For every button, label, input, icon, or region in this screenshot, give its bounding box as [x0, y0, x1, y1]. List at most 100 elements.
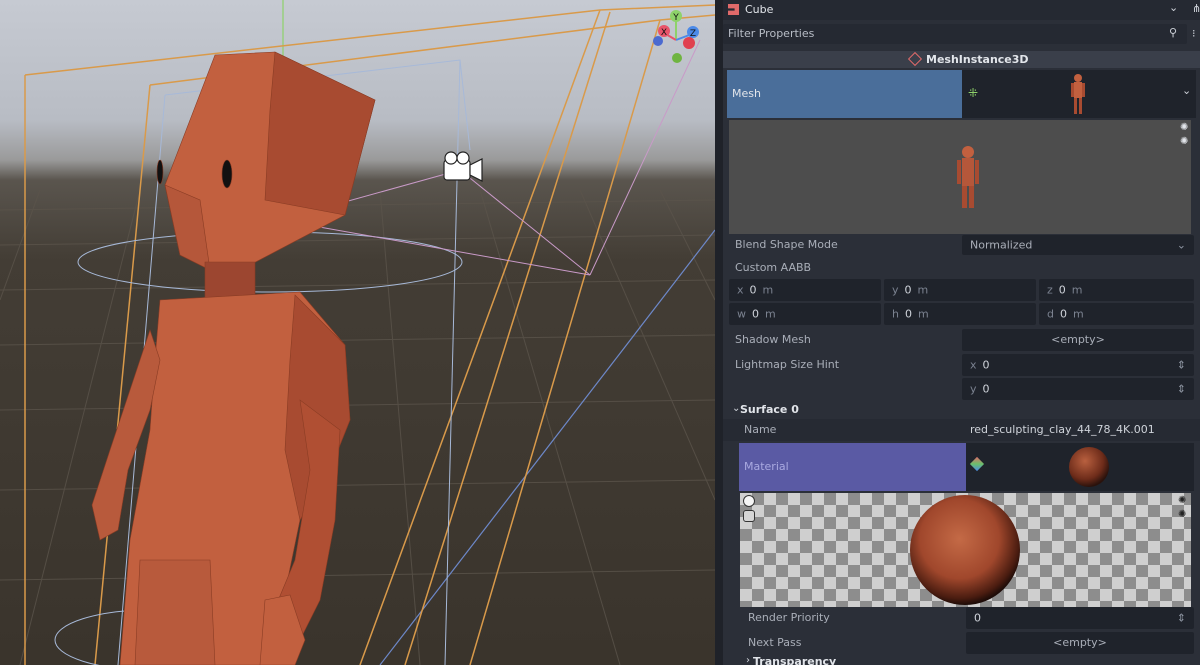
mesh-edit-icon[interactable]: ⁜	[968, 86, 978, 100]
chevron-down-icon[interactable]: ⌄	[1169, 1, 1178, 14]
node-tree-icon[interactable]: ⋔	[1192, 2, 1200, 15]
meshinstance-icon	[907, 51, 923, 67]
shadow-mesh-row: Shadow Mesh <empty>	[723, 329, 1200, 351]
lightmap-y-field[interactable]: y0 ⇕	[962, 378, 1194, 400]
aabb-h-field[interactable]: h0m	[884, 303, 1036, 325]
mesh-thumbnail	[1071, 74, 1085, 114]
render-priority-value: 0	[974, 611, 981, 625]
material-preview[interactable]: ✺ ✺	[740, 493, 1191, 607]
aabb-w-field[interactable]: w0m	[729, 303, 881, 325]
spinner-icon[interactable]: ⇕	[1177, 383, 1186, 396]
next-pass-picker[interactable]: <empty>	[966, 632, 1194, 654]
aabb-h-value: 0	[904, 307, 912, 321]
class-name: MeshInstance3D	[926, 53, 1029, 66]
spinner-icon[interactable]: ⇕	[1177, 359, 1186, 372]
aabb-h-unit: m	[917, 307, 929, 321]
next-pass-value: <empty>	[1053, 636, 1107, 649]
collapse-right-icon: ›	[746, 655, 750, 665]
aabb-d-field[interactable]: d0m	[1039, 303, 1194, 325]
class-header: MeshInstance3D	[723, 51, 1200, 68]
gizmo-x-label: X	[661, 28, 667, 38]
material-label-cell: Material	[739, 443, 966, 491]
clay-character	[91, 51, 376, 665]
aabb-w-unit: m	[765, 307, 776, 321]
surface-section[interactable]: ⌄ Surface 0	[723, 402, 1200, 418]
filter-input[interactable]: Filter Properties ⚲	[723, 24, 1187, 44]
box-shape-icon[interactable]	[743, 510, 755, 522]
aabb-x-unit: m	[762, 283, 774, 297]
filter-row: Filter Properties ⚲ ⁝	[723, 24, 1200, 44]
aabb-d-unit: m	[1072, 307, 1084, 321]
aabb-fields: x0m y0m z0m w0m h0m d0m	[723, 279, 1200, 327]
aabb-w-value: 0	[752, 307, 759, 321]
inspector-panel: Cube ⌄ ⋔ Filter Properties ⚲ ⁝ MeshInsta…	[723, 0, 1200, 665]
mesh-preview[interactable]: ✺ ✺	[729, 120, 1191, 234]
blend-shape-mode-value: Normalized	[970, 238, 1033, 252]
node-selector[interactable]: Cube ⌄ ⋔	[723, 0, 1200, 20]
eye-left	[156, 159, 164, 185]
blend-shape-mode-label: Blend Shape Mode	[735, 238, 838, 251]
lightmap-x-field[interactable]: x0 ⇕	[962, 354, 1194, 376]
surface-name-row: Name red_sculpting_clay_44_78_4K.001	[723, 419, 1200, 441]
aabb-z-field[interactable]: z0m	[1039, 279, 1194, 301]
mesh-preview-area: ✺ ✺	[723, 120, 1200, 234]
mesh-property: Mesh ⁜ ⌄	[723, 70, 1200, 118]
light-toggle-icon[interactable]: ✺	[1180, 122, 1188, 133]
filter-placeholder: Filter Properties	[728, 27, 815, 40]
aabb-d-axis: d	[1047, 307, 1054, 321]
blend-shape-row: Blend Shape Mode Normalized ⌄	[723, 235, 1200, 255]
mesh-label: Mesh	[732, 87, 761, 100]
next-pass-row: Next Pass <empty>	[723, 632, 1200, 654]
3d-viewport[interactable]: Y X Z	[0, 0, 715, 665]
lightmap-y-value: 0	[982, 382, 990, 396]
aabb-y-value: 0	[904, 283, 912, 297]
spinner-icon[interactable]: ⇕	[1177, 612, 1186, 625]
aabb-y-axis: y	[892, 283, 899, 297]
aabb-d-value: 0	[1059, 307, 1067, 321]
floor-grid	[0, 189, 715, 665]
panel-splitter[interactable]	[715, 0, 723, 665]
chevron-down-icon[interactable]: ⌄	[1182, 84, 1191, 97]
material-thumbnail	[1069, 447, 1109, 487]
aabb-w-axis: w	[737, 307, 746, 321]
transparency-section[interactable]: › Transparency	[723, 655, 1200, 665]
surface-label: Surface 0	[740, 403, 799, 416]
aabb-x-value: 0	[749, 283, 757, 297]
aabb-z-value: 0	[1058, 283, 1066, 297]
aabb-y-unit: m	[917, 283, 929, 297]
aabb-z-unit: m	[1071, 283, 1083, 297]
light2-toggle-icon[interactable]: ✺	[1178, 509, 1186, 520]
light-toggle-icon[interactable]: ✺	[1178, 495, 1186, 506]
viewport-scene: Y X Z	[0, 0, 715, 665]
z-axis-line	[379, 229, 715, 665]
lightmap-y-axis: y	[970, 382, 977, 396]
render-priority-field[interactable]: 0 ⇕	[966, 607, 1194, 629]
surface-name-input[interactable]: red_sculpting_clay_44_78_4K.001	[966, 419, 1194, 441]
sphere-shape-icon[interactable]	[743, 495, 755, 507]
material-property: Material	[723, 443, 1200, 491]
orientation-gizmo: Y X Z	[653, 10, 699, 63]
lightmap-label: Lightmap Size Hint	[735, 358, 840, 371]
material-edit-icon[interactable]	[969, 456, 985, 472]
aabb-h-axis: h	[892, 307, 899, 321]
mesh-preview-figure	[957, 146, 979, 208]
gizmo-z-label: Z	[690, 29, 696, 39]
mesh-resource-picker[interactable]: ⁜ ⌄	[962, 70, 1196, 118]
lightmap-row: Lightmap Size Hint x0 ⇕ y0 ⇕	[723, 354, 1200, 400]
blend-shape-mode-select[interactable]: Normalized ⌄	[962, 235, 1194, 255]
filter-options-icon[interactable]: ⁝	[1192, 27, 1196, 40]
camera-gizmo-icon	[443, 151, 483, 182]
surface-name-label: Name	[744, 423, 777, 436]
material-resource-picker[interactable]	[966, 443, 1194, 491]
shadow-mesh-picker[interactable]: <empty>	[962, 329, 1194, 351]
aabb-x-field[interactable]: x0m	[729, 279, 881, 301]
next-pass-label: Next Pass	[748, 636, 802, 649]
surface-name-value: red_sculpting_clay_44_78_4K.001	[970, 423, 1155, 436]
light2-toggle-icon[interactable]: ✺	[1180, 136, 1188, 147]
aabb-z-axis: z	[1047, 283, 1053, 297]
lightmap-x-value: 0	[982, 358, 990, 372]
aabb-y-field[interactable]: y0m	[884, 279, 1036, 301]
aabb-x-axis: x	[737, 283, 744, 297]
material-sphere	[910, 495, 1020, 605]
mesh-label-cell: Mesh	[727, 70, 962, 118]
